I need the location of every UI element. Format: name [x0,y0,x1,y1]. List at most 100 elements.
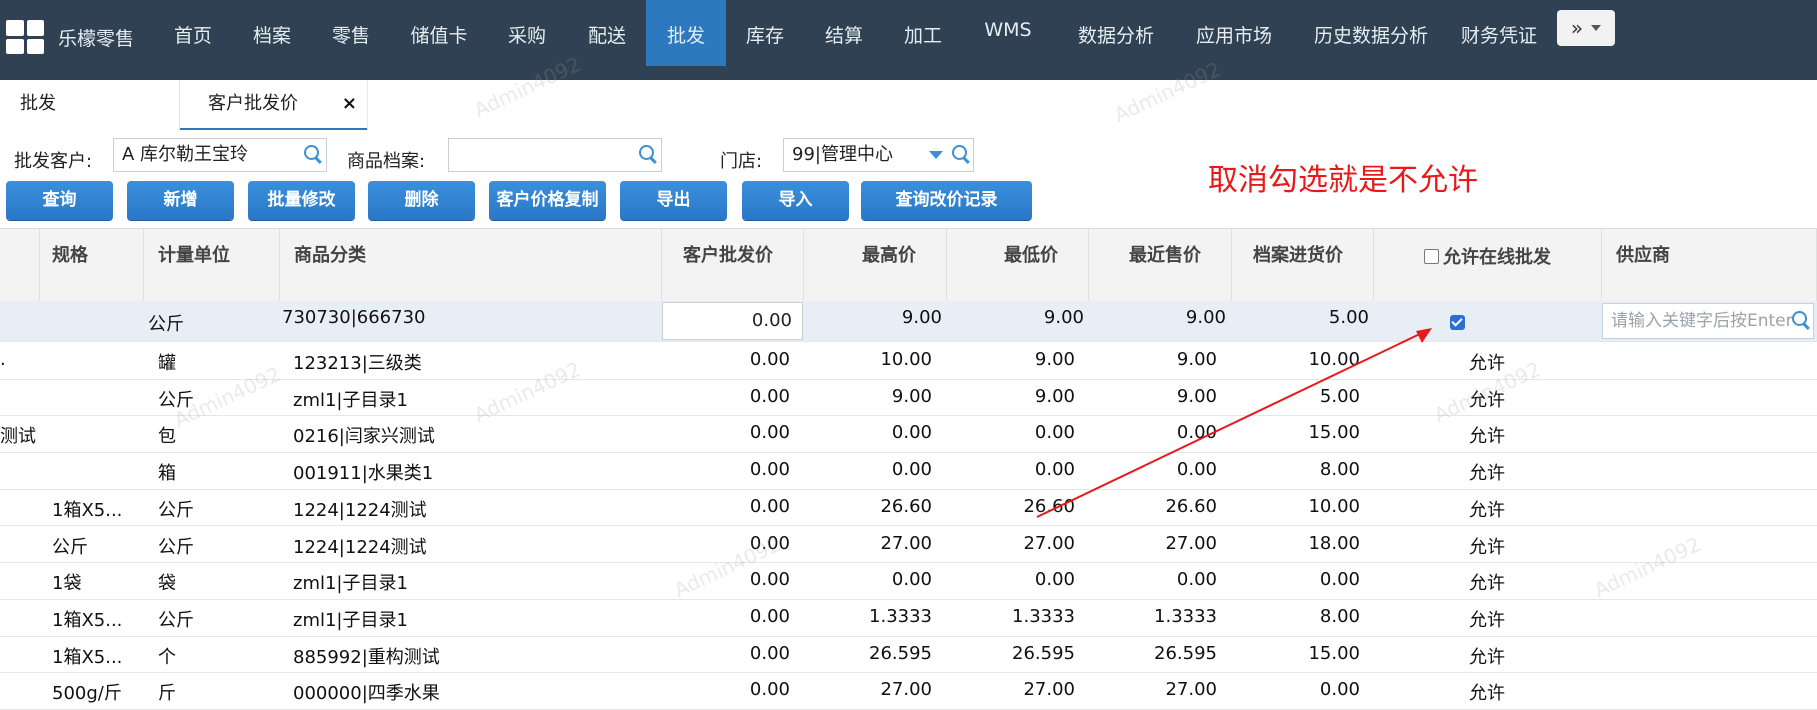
recent-price-cell: 27.00 [1165,532,1217,554]
store-value: 99|管理中心 [792,144,893,165]
purchase-price-cell: 10.00 [1308,495,1360,517]
query-button[interactable]: 查询 [6,181,113,220]
allow-online-checkbox[interactable] [1450,315,1465,330]
column-header-spec[interactable]: 规格 [38,229,144,301]
nav-item-finance-voucher[interactable]: 财务凭证 [1458,0,1540,66]
unit-cell: 箱 [158,463,176,485]
nav-item-wms[interactable]: WMS [976,0,1040,60]
column-header-purchase-price[interactable]: 档案进货价 [1232,229,1374,301]
allow-online-cell: 允许 [1469,463,1505,485]
select-all-checkbox[interactable] [1424,249,1439,264]
min-price-cell: 9.00 [1034,385,1075,407]
category-cell: zml1|子目录1 [293,573,408,595]
nav-item-purchase[interactable]: 采购 [498,0,556,66]
purchase-price-cell: 5.00 [1319,385,1360,407]
nav-item-data-analysis[interactable]: 数据分析 [1068,0,1164,66]
unit-cell: 包 [158,426,176,448]
tab-bar: 批发 客户批发价 × [0,80,1817,130]
search-icon[interactable] [639,145,654,160]
tab-wholesale[interactable]: 批发 [20,80,120,128]
batch-edit-button[interactable]: 批量修改 [248,181,355,220]
unit-cell: 斤 [158,683,176,705]
app-grid-icon[interactable] [6,20,44,54]
supplier-search-input[interactable]: 请输入关键字后按Enter [1602,303,1814,339]
table-row[interactable]: 1箱X5... 公斤 zml1|子目录1 0.00 1.3333 1.3333 1.3333… [0,599,1817,637]
customer-price-cell: 0.00 [749,605,790,627]
product-field[interactable] [448,138,662,172]
search-icon[interactable] [1792,311,1807,326]
recent-price-cell: 27.00 [1165,679,1217,701]
store-label: 门店: [720,151,763,172]
purchase-price-cell: 5.00 [1328,307,1369,328]
table-row[interactable]: . 罐 123213|三级类 0.00 10.00 9.00 9.00 10.00 允许 [0,342,1817,380]
nav-item-wholesale[interactable]: 批发 [646,0,726,66]
min-price-cell: 0.00 [1034,422,1075,444]
nav-item-home[interactable]: 首页 [164,0,222,66]
copy-customer-price-button[interactable]: 客户价格复制 [489,181,606,220]
table-row[interactable]: 公斤 zml1|子目录1 0.00 9.00 9.00 9.00 5.00 允许 [0,379,1817,417]
allow-online-cell: 允许 [1469,353,1505,374]
purchase-price-cell: 8.00 [1319,459,1360,481]
column-header-max-price[interactable]: 最高价 [804,229,947,301]
table-row[interactable]: 500g/斤 斤 000000|四季水果 0.00 27.00 27.00 27.00 0.0… [0,672,1817,710]
import-button[interactable]: 导入 [742,181,849,220]
purchase-price-cell: 15.00 [1308,422,1360,444]
min-price-cell: 26.595 [1012,642,1075,664]
unit-cell: 公斤 [158,609,194,631]
column-header-recent-price[interactable]: 最近售价 [1089,229,1232,301]
table-row-editing[interactable]: 公斤 730730|666730 0.00 9.00 9.00 9.00 5.0… [0,301,1817,342]
allow-online-cell: 允许 [1469,683,1505,705]
min-price-cell: 9.00 [1034,349,1075,370]
search-icon[interactable] [952,145,967,160]
max-price-cell: 27.00 [880,679,932,701]
store-select[interactable]: 99|管理中心 [783,138,974,172]
min-price-cell: 9.00 [1043,307,1084,328]
nav-item-settlement[interactable]: 结算 [815,0,873,66]
caret-down-icon [1591,25,1602,31]
delete-button[interactable]: 删除 [368,181,475,220]
table-row[interactable]: 1箱X5... 公斤 1224|1224测试 0.00 26.60 26.60 26.60 1… [0,489,1817,527]
max-price-cell: 1.3333 [869,605,932,627]
nav-item-app-market[interactable]: 应用市场 [1186,0,1282,66]
nav-item-retail[interactable]: 零售 [322,0,380,66]
category-cell: 0216|闫家兴测试 [293,426,435,448]
tab-customer-wholesale-price[interactable]: 客户批发价 × [180,80,367,130]
table-row[interactable]: 1箱X5... 个 885992|重构测试 0.00 26.595 26.595 26.59… [0,636,1817,674]
export-button[interactable]: 导出 [620,181,727,220]
customer-field[interactable]: A 库尔勒王宝玲 [113,138,327,172]
min-price-cell: 27.00 [1023,532,1075,554]
max-price-cell: 9.00 [891,385,932,407]
table-row[interactable]: 测试 包 0216|闫家兴测试 0.00 0.00 0.00 0.00 15.00 允许 [0,415,1817,454]
grid-header: 规格 计量单位 商品分类 客户批发价 最高价 最低价 最近售价 档案进货价 允许… [0,228,1817,302]
add-button[interactable]: 新增 [127,181,234,220]
table-row[interactable]: 箱 001911|水果类1 0.00 0.00 0.00 0.00 8.00 允许 [0,452,1817,490]
customer-price-input[interactable]: 0.00 [662,302,803,340]
table-row[interactable]: 1袋 袋 zml1|子目录1 0.00 0.00 0.00 0.00 0.00 允许 [0,562,1817,600]
column-header-unit[interactable]: 计量单位 [144,229,280,301]
nav-item-stored-value-card[interactable]: 储值卡 [404,0,474,66]
column-header-allow-online[interactable]: 允许在线批发 [1374,229,1602,301]
dropdown-caret-icon[interactable] [929,151,943,159]
nav-item-distribution[interactable]: 配送 [578,0,636,66]
category-cell: zml1|子目录1 [293,389,408,411]
unit-cell: 袋 [158,573,176,595]
unit-cell: 公斤 [158,389,194,411]
column-header-supplier[interactable]: 供应商 [1602,229,1817,301]
min-price-cell: 0.00 [1034,459,1075,481]
column-header-category[interactable]: 商品分类 [280,229,662,301]
product-name-cell: . [0,349,6,370]
more-menu-button[interactable]: » [1557,10,1615,46]
table-row[interactable]: 公斤 公斤 1224|1224测试 0.00 27.00 27.00 27.00 18.00 允… [0,526,1817,564]
customer-price-cell: 0.00 [749,569,790,591]
nav-item-inventory[interactable]: 库存 [736,0,794,66]
nav-item-history-data-analysis[interactable]: 历史数据分析 [1303,0,1439,66]
column-header-customer-price[interactable]: 客户批发价 [662,229,804,301]
price-change-log-button[interactable]: 查询改价记录 [861,181,1032,220]
column-header-min-price[interactable]: 最低价 [947,229,1089,301]
unit-cell: 个 [158,646,176,668]
nav-item-archive[interactable]: 档案 [243,0,301,66]
nav-item-processing[interactable]: 加工 [894,0,952,66]
close-icon[interactable]: × [342,80,357,128]
search-icon[interactable] [304,145,319,160]
tab-label: 批发 [20,93,56,114]
